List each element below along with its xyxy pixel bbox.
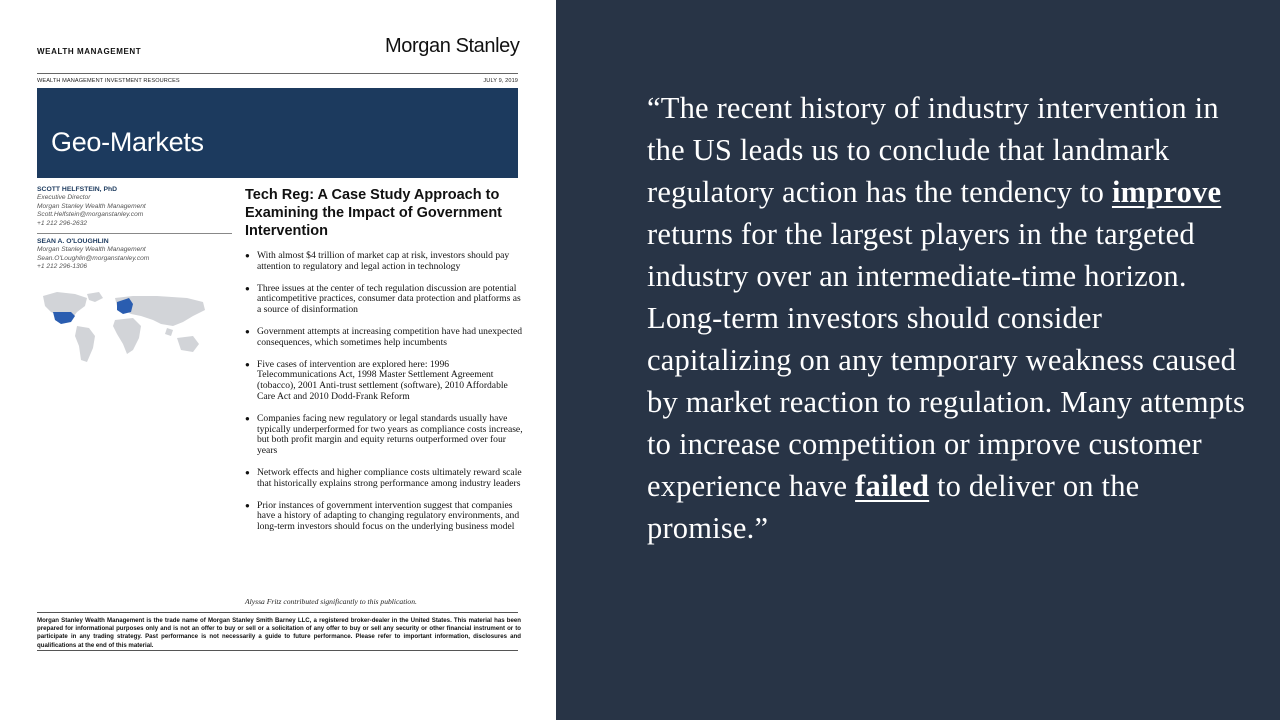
list-item-text: Government attempts at increasing compet… bbox=[257, 325, 523, 348]
bullet-icon: ● bbox=[245, 467, 250, 477]
author-phone: +1 212 296-2632 bbox=[37, 219, 88, 227]
list-item-text: Prior instances of government interventi… bbox=[257, 499, 520, 533]
list-item-text: Five cases of intervention are explored … bbox=[257, 358, 508, 402]
list-item: ● Network effects and higher compliance c… bbox=[244, 466, 526, 490]
report-title: Tech Reg: A Case Study Approach to Exami… bbox=[245, 187, 503, 239]
resources-label: WEALTH MANAGEMENT INVESTMENT RESOURCES bbox=[37, 78, 180, 84]
author-name: SEAN A. O'LOUGHLIN bbox=[37, 238, 109, 245]
author-block-1: SCOTT HELFSTEIN, PhD Executive Director … bbox=[37, 186, 232, 228]
author-email: Scott.Helfstein@morganstanley.com bbox=[37, 211, 144, 219]
banner-title: Geo-Markets bbox=[51, 127, 204, 157]
list-item: ● Three issues at the center of tech regu… bbox=[244, 282, 526, 316]
author-block-2: SEAN A. O'LOUGHLIN Morgan Stanley Wealth… bbox=[37, 238, 232, 272]
header-divider bbox=[37, 73, 518, 74]
list-item: ● Prior instances of government intervent… bbox=[244, 499, 526, 533]
list-item-text: Network effects and higher compliance co… bbox=[257, 466, 522, 489]
bullet-icon: ● bbox=[245, 500, 250, 510]
contribution-note: Alyssa Fritz contributed significantly t… bbox=[245, 597, 417, 606]
list-item-text: Three issues at the center of tech regul… bbox=[257, 282, 521, 316]
key-points-list: ● With almost $4 trillion of market cap a… bbox=[244, 250, 526, 533]
bullet-icon: ● bbox=[245, 413, 250, 423]
bullet-icon: ● bbox=[245, 251, 250, 260]
author-email: Sean.O'Loughlin@morganstanley.com bbox=[37, 254, 150, 262]
publication-date: JULY 9, 2019 bbox=[483, 78, 518, 84]
author-role: Executive Director bbox=[37, 194, 91, 202]
document-page: WEALTH MANAGEMENT Morgan Stanley WEALTH … bbox=[0, 0, 556, 720]
pull-quote: “The recent history of industry interven… bbox=[647, 87, 1247, 549]
quote-text-2: returns for the largest players in the t… bbox=[647, 217, 1246, 503]
list-item: ● Companies facing new regulatory or lega… bbox=[244, 412, 526, 457]
author-firm: Morgan Stanley Wealth Management bbox=[37, 246, 146, 254]
list-item: ● Government attempts at increasing compe… bbox=[244, 325, 526, 349]
morgan-stanley-logo: Morgan Stanley bbox=[385, 35, 520, 57]
bullet-icon: ● bbox=[245, 359, 250, 369]
disclaimer-text: Morgan Stanley Wealth Management is the … bbox=[37, 617, 521, 649]
author-phone: +1 212 296-1306 bbox=[37, 263, 88, 271]
quote-emphasis-failed: failed bbox=[855, 469, 930, 503]
list-item-text: With almost $4 trillion of market cap at… bbox=[257, 250, 510, 272]
bullet-icon: ● bbox=[245, 326, 250, 336]
usa-highlight bbox=[53, 312, 75, 324]
list-item-text: Companies facing new regulatory or legal… bbox=[257, 412, 523, 457]
wealth-management-label: WEALTH MANAGEMENT bbox=[37, 47, 142, 56]
quote-emphasis-improve: improve bbox=[1111, 175, 1222, 209]
footer-divider-bottom bbox=[37, 650, 518, 651]
quote-panel: “The recent history of industry interven… bbox=[556, 0, 1280, 720]
list-item: ● With almost $4 trillion of market cap a… bbox=[244, 250, 526, 273]
world-map-graphic bbox=[43, 292, 205, 362]
author-firm: Morgan Stanley Wealth Management bbox=[37, 202, 146, 210]
bullet-icon: ● bbox=[245, 283, 250, 293]
author-name: SCOTT HELFSTEIN, PhD bbox=[37, 186, 118, 193]
title-banner: Geo-Markets bbox=[37, 88, 518, 178]
footer-divider bbox=[37, 612, 518, 613]
list-item: ● Five cases of intervention are explored… bbox=[244, 358, 526, 403]
author-divider bbox=[37, 233, 232, 234]
